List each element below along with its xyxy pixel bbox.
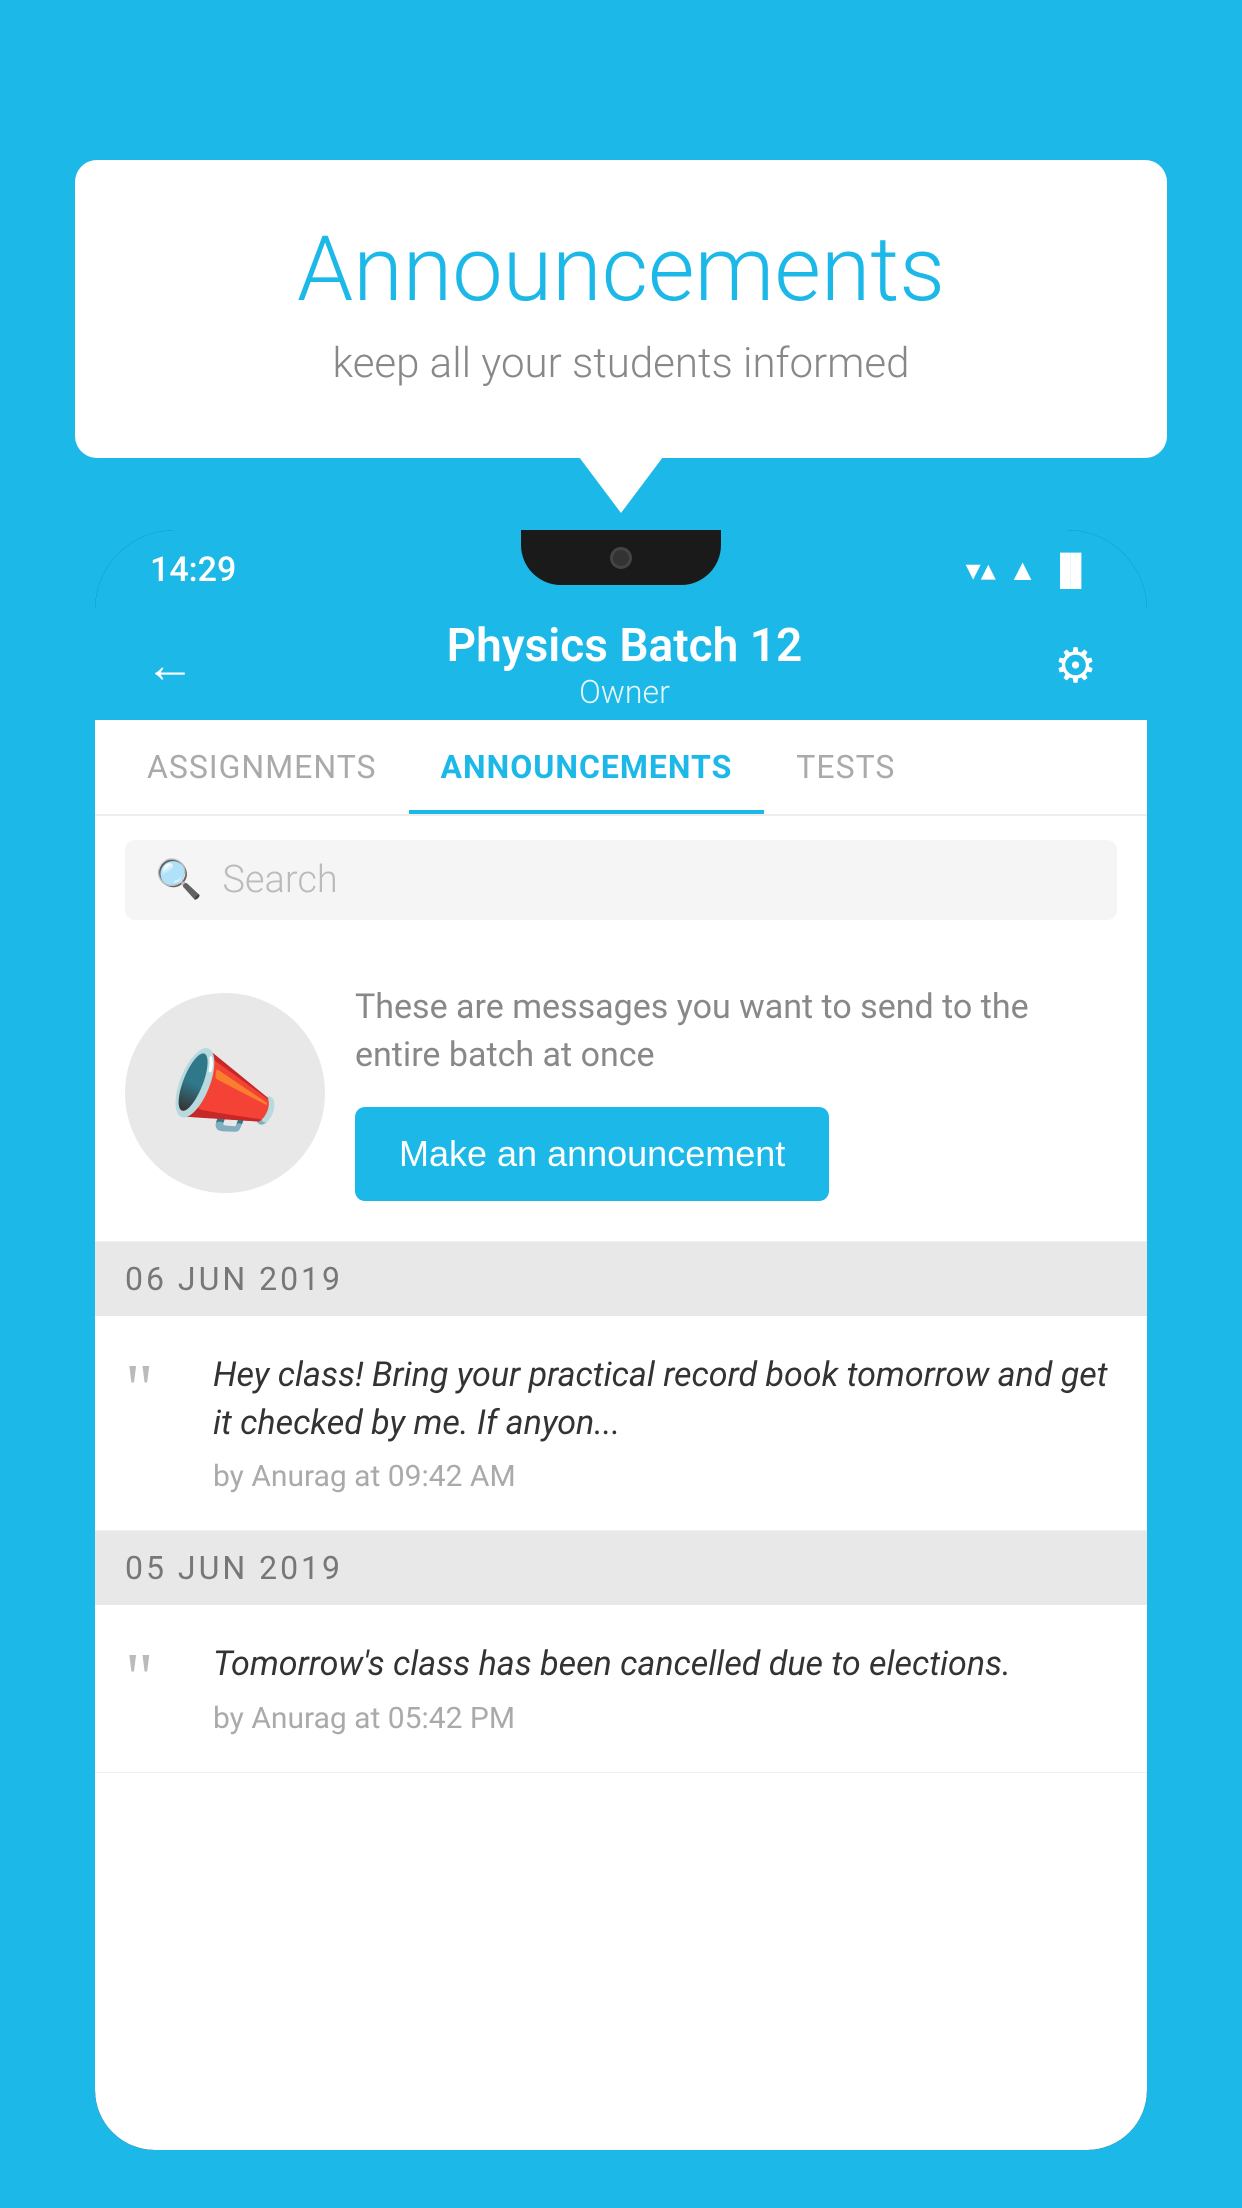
status-time: 14:29 [150,550,236,590]
search-section: 🔍 Search [95,816,1147,944]
announcement-content-2: Tomorrow's class has been cancelled due … [213,1641,1117,1736]
phone-shell: 14:29 ▾▴ ▲ ▐▌ ← Physics Batch 12 Owner ⚙ [95,530,1147,2150]
megaphone-icon: 📣 [169,1040,281,1145]
make-announcement-button[interactable]: Make an announcement [355,1107,829,1201]
header-center: Physics Batch 12 Owner [447,619,803,711]
announcement-item-1: " Hey class! Bring your practical record… [95,1316,1147,1531]
announcement-text-1: Hey class! Bring your practical record b… [213,1352,1117,1447]
phone-screen: ← Physics Batch 12 Owner ⚙ ASSIGNMENTS A… [95,610,1147,2150]
announcement-meta-1: by Anurag at 09:42 AM [213,1459,1117,1494]
status-icons: ▾▴ ▲ ▐▌ [966,553,1092,588]
wifi-icon: ▾▴ [966,553,996,588]
date-divider-1: 06 JUN 2019 [95,1242,1147,1316]
announcement-text-2: Tomorrow's class has been cancelled due … [213,1641,1117,1689]
phone-container: 14:29 ▾▴ ▲ ▐▌ ← Physics Batch 12 Owner ⚙ [95,530,1147,2208]
front-camera [610,547,632,569]
search-icon: 🔍 [155,858,202,902]
tab-assignments[interactable]: ASSIGNMENTS [115,720,409,814]
quote-icon-2: " [125,1641,185,1707]
notch [521,530,721,585]
announcements-subtitle: keep all your students informed [155,339,1087,388]
signal-icon: ▲ [1008,553,1038,588]
tab-tests[interactable]: TESTS [764,720,927,814]
status-bar: 14:29 ▾▴ ▲ ▐▌ [95,530,1147,610]
promo-right: These are messages you want to send to t… [355,984,1117,1201]
back-button[interactable]: ← [145,636,195,695]
tab-announcements[interactable]: ANNOUNCEMENTS [409,720,765,814]
announcement-promo-section: 📣 These are messages you want to send to… [95,944,1147,1242]
speech-bubble-section: Announcements keep all your students inf… [75,160,1167,458]
announcement-meta-2: by Anurag at 05:42 PM [213,1701,1117,1736]
announcement-content-1: Hey class! Bring your practical record b… [213,1352,1117,1494]
batch-title: Physics Batch 12 [447,619,803,673]
date-divider-2: 05 JUN 2019 [95,1531,1147,1605]
batch-role: Owner [447,673,803,711]
megaphone-circle: 📣 [125,993,325,1193]
search-input[interactable]: Search [222,858,337,902]
quote-icon-1: " [125,1352,185,1418]
tabs-bar: ASSIGNMENTS ANNOUNCEMENTS TESTS [95,720,1147,816]
promo-description: These are messages you want to send to t… [355,984,1117,1079]
announcements-title: Announcements [155,220,1087,319]
announcement-item-2: " Tomorrow's class has been cancelled du… [95,1605,1147,1773]
speech-bubble: Announcements keep all your students inf… [75,160,1167,458]
search-bar[interactable]: 🔍 Search [125,840,1117,920]
battery-icon: ▐▌ [1049,553,1092,588]
settings-icon[interactable]: ⚙ [1054,637,1097,694]
app-header: ← Physics Batch 12 Owner ⚙ [95,610,1147,720]
